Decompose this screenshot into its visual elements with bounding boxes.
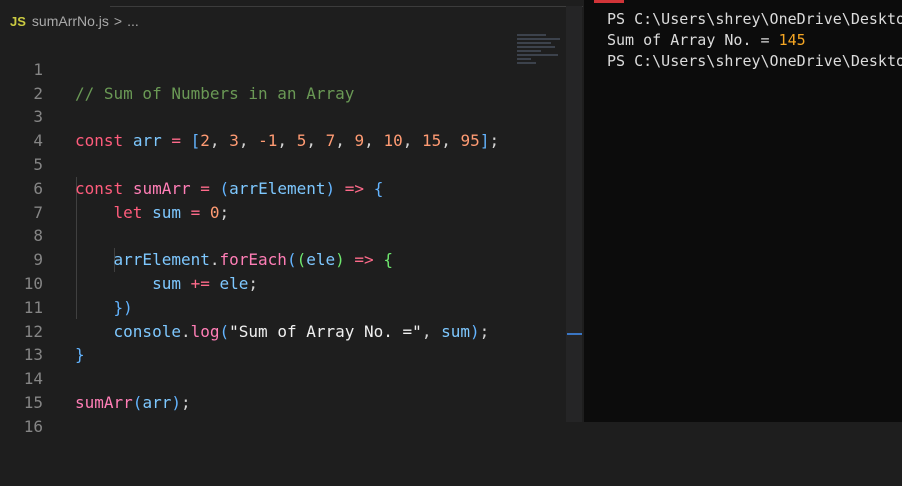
code-line-text: // Sum of Numbers in an Array xyxy=(75,83,355,103)
terminal-prompt-line: PS C:\Users\shrey\OneDrive\Desktop xyxy=(607,52,902,70)
breadcrumb: JS sumArrNo.js > ... xyxy=(10,10,139,32)
code-line[interactable]: 7 xyxy=(0,177,58,222)
code-line-text: console.log("Sum of Array No. =", sum); xyxy=(113,321,490,341)
code-line[interactable]: 3 const arr = [2, 3, -1, 5, 7, 9, 10, 15… xyxy=(0,82,499,150)
code-line[interactable]: 10 }) xyxy=(0,248,133,317)
code-line[interactable]: 1 // Sum of Numbers in an Array xyxy=(0,34,354,103)
minimap[interactable] xyxy=(517,34,565,70)
terminal-output-line: Sum of Array No. = 145 xyxy=(607,31,806,49)
code-line-text: }) xyxy=(113,297,133,317)
code-line[interactable]: 11 console.log("Sum of Array No. =", sum… xyxy=(0,272,490,341)
code-line[interactable]: 15 xyxy=(0,367,58,412)
code-line-text: const arr = [2, 3, -1, 5, 7, 9, 10, 15, … xyxy=(75,131,500,151)
code-line-text: } xyxy=(75,345,85,365)
code-line-text: let sum = 0; xyxy=(113,202,230,222)
code-line[interactable]: 12 } xyxy=(0,296,85,365)
code-line-text: arrElement.forEach((ele) => { xyxy=(113,250,393,270)
code-line[interactable]: 2 xyxy=(0,58,58,103)
code-line[interactable]: 8 arrElement.forEach((ele) => { xyxy=(0,201,393,269)
code-line[interactable]: 4 xyxy=(0,105,58,150)
editor-scrollbar[interactable] xyxy=(566,6,582,422)
terminal-prompt-line: PS C:\Users\shrey\OneDrive\Desktop xyxy=(607,10,902,28)
code-line[interactable]: 6 let sum = 0; xyxy=(0,153,229,222)
line-number: 16 xyxy=(23,416,43,436)
tab-bar-divider xyxy=(110,0,583,7)
breadcrumb-more[interactable]: ... xyxy=(127,13,139,29)
javascript-file-icon: JS xyxy=(10,13,26,29)
terminal-output-label: Sum of Array No. = xyxy=(607,31,779,49)
code-line-text: const sumArr = (arrElement) => { xyxy=(75,178,384,198)
code-line[interactable]: 9 sum += ele; xyxy=(0,224,258,293)
code-editor[interactable]: JS sumArrNo.js > ... 1 // Sum of Numbers… xyxy=(0,0,583,436)
scrollbar-cursor-marker xyxy=(567,333,582,335)
code-line-text: sum += ele; xyxy=(152,273,259,293)
breadcrumb-file-name[interactable]: sumArrNo.js xyxy=(32,13,109,29)
code-line[interactable]: 5 const sumArr = (arrElement) => { xyxy=(0,129,383,198)
code-line[interactable]: 13 xyxy=(0,320,58,364)
code-line-text: sumArr(arr); xyxy=(75,392,191,412)
terminal-output-value: 145 xyxy=(778,31,806,49)
code-area[interactable]: 1 // Sum of Numbers in an Array 2 3 cons… xyxy=(0,34,499,436)
terminal-active-indicator xyxy=(594,0,624,3)
chevron-right-icon: > xyxy=(113,13,123,29)
terminal-panel[interactable]: PS C:\Users\shrey\OneDrive\Desktop Sum o… xyxy=(584,0,902,422)
code-line[interactable]: 14 sumArr(arr); xyxy=(0,343,191,412)
code-line[interactable]: 16 xyxy=(0,391,58,436)
